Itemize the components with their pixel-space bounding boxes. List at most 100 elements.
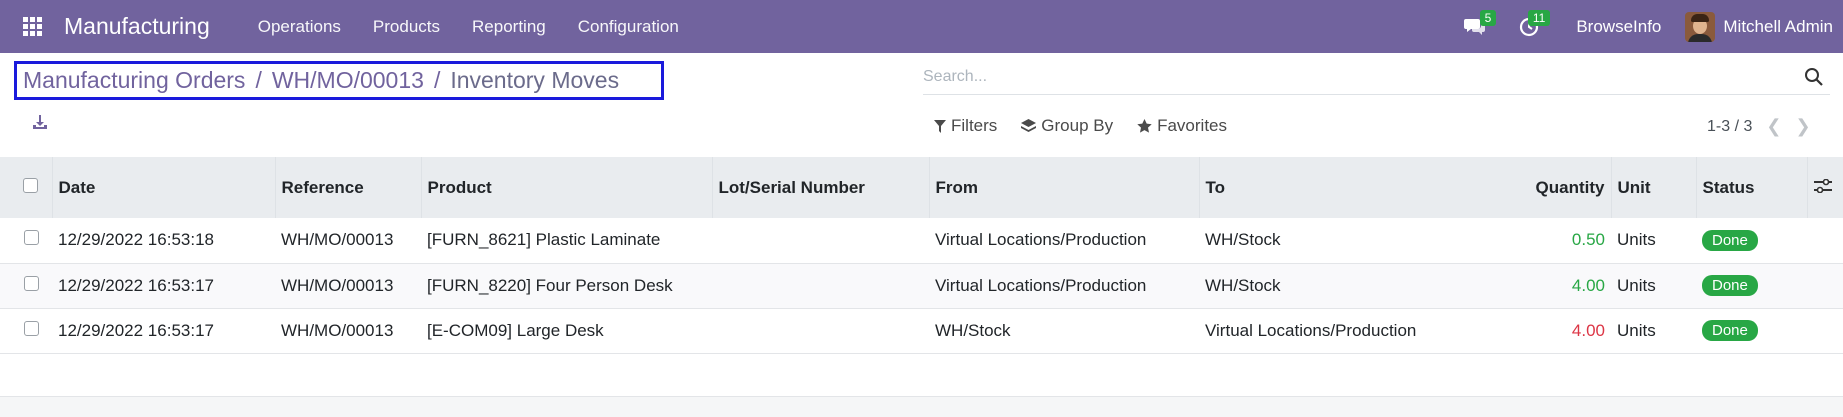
row-checkbox[interactable] xyxy=(24,275,39,291)
top-navbar: Manufacturing Operations Products Report… xyxy=(0,0,1843,53)
filters-button[interactable]: Filters xyxy=(934,116,997,136)
search-input[interactable] xyxy=(923,68,1783,86)
select-all-checkbox[interactable] xyxy=(23,177,38,193)
menu-configuration[interactable]: Configuration xyxy=(562,17,695,37)
column-header-date[interactable]: Date xyxy=(51,157,275,218)
table-header: Date Reference Product Lot/Serial Number… xyxy=(0,157,1843,218)
cell-product: [FURN_8220] Four Person Desk xyxy=(427,275,673,295)
search-icon[interactable] xyxy=(1804,67,1824,87)
cell-from: Virtual Locations/Production xyxy=(935,275,1147,295)
table-row[interactable]: 12/29/2022 16:53:17 WH/MO/00013 [FURN_8220… xyxy=(0,263,1843,308)
moves-table: Date Reference Product Lot/Serial Number… xyxy=(0,157,1843,354)
user-menu[interactable]: Mitchell Admin xyxy=(1685,11,1833,42)
row-checkbox[interactable] xyxy=(24,320,39,336)
cell-to: Virtual Locations/Production xyxy=(1205,320,1417,340)
status-badge: Done xyxy=(1702,320,1758,341)
cell-unit: Units xyxy=(1617,230,1656,250)
select-all-cell xyxy=(0,157,52,218)
cell-reference: WH/MO/00013 xyxy=(281,230,394,250)
cell-date: 12/29/2022 16:53:17 xyxy=(58,275,214,295)
group-by-button[interactable]: Group By xyxy=(1021,116,1113,136)
filters-label: Filters xyxy=(951,116,998,135)
cell-reference: WH/MO/00013 xyxy=(281,275,394,295)
export-button[interactable] xyxy=(32,114,48,135)
cell-product: [FURN_8621] Plastic Laminate xyxy=(427,230,661,250)
search-bar xyxy=(923,60,1830,95)
footer-area xyxy=(0,397,1843,417)
cell-quantity: 4.00 xyxy=(1571,275,1605,295)
cell-unit: Units xyxy=(1617,320,1656,340)
cell-status: Done xyxy=(1696,263,1807,308)
cell-empty xyxy=(1807,308,1843,353)
cell-lot xyxy=(712,218,929,263)
messages-badge: 5 xyxy=(1479,10,1497,26)
company-switcher[interactable]: BrowseInfo xyxy=(1552,17,1685,37)
activities-button[interactable]: 11 xyxy=(1506,0,1552,53)
cell-product: [E-COM09] Large Desk xyxy=(427,320,604,340)
cell-to: WH/Stock xyxy=(1205,275,1281,295)
column-header-to[interactable]: To xyxy=(1198,157,1469,218)
user-name: Mitchell Admin xyxy=(1723,16,1833,36)
download-icon xyxy=(33,115,47,129)
cell-quantity: 0.50 xyxy=(1571,230,1605,250)
column-header-lot[interactable]: Lot/Serial Number xyxy=(711,157,929,218)
cell-to: WH/Stock xyxy=(1205,230,1281,250)
cell-unit: Units xyxy=(1617,275,1656,295)
breadcrumb-item-manufacturing-orders[interactable]: Manufacturing Orders xyxy=(23,67,245,94)
column-header-product[interactable]: Product xyxy=(420,157,712,218)
messages-button[interactable]: 5 xyxy=(1452,0,1498,53)
filter-icon xyxy=(934,119,946,133)
cell-status: Done xyxy=(1696,308,1807,353)
breadcrumb-item-mo[interactable]: WH/MO/00013 xyxy=(272,67,424,94)
avatar xyxy=(1685,11,1716,42)
column-header-from[interactable]: From xyxy=(928,157,1199,218)
app-name[interactable]: Manufacturing xyxy=(64,13,210,40)
layers-icon xyxy=(1021,119,1037,132)
cell-date: 12/29/2022 16:53:18 xyxy=(58,230,214,250)
row-checkbox[interactable] xyxy=(24,230,39,246)
star-icon xyxy=(1137,119,1152,133)
status-badge: Done xyxy=(1702,229,1758,251)
activities-badge: 11 xyxy=(1527,10,1551,26)
chevron-left-icon[interactable]: ❮ xyxy=(1766,116,1781,137)
cell-from: Virtual Locations/Production xyxy=(935,230,1147,250)
menu-products[interactable]: Products xyxy=(357,17,456,37)
group-by-label: Group By xyxy=(1041,116,1114,135)
cell-empty xyxy=(1807,263,1843,308)
cell-empty xyxy=(1807,218,1843,263)
checkbox xyxy=(0,263,52,308)
cell-quantity: 4.00 xyxy=(1571,320,1605,340)
optional-columns-toggle[interactable] xyxy=(1806,157,1843,218)
cell-reference: WH/MO/00013 xyxy=(281,320,394,340)
column-header-reference[interactable]: Reference xyxy=(274,157,421,218)
column-header-unit[interactable]: Unit xyxy=(1610,157,1696,218)
checkbox xyxy=(0,218,52,263)
cell-lot xyxy=(712,308,929,353)
cell-date: 12/29/2022 16:53:17 xyxy=(58,320,214,340)
cell-lot xyxy=(712,263,929,308)
favorites-label: Favorites xyxy=(1157,116,1228,135)
pager-value[interactable]: 1-3 / 3 xyxy=(1707,118,1752,136)
chevron-right-icon[interactable]: ❯ xyxy=(1795,116,1810,137)
column-header-status[interactable]: Status xyxy=(1695,157,1807,218)
search-options: Filters Group By Favorites xyxy=(934,116,1251,136)
cell-status: Done xyxy=(1696,218,1807,263)
breadcrumb: Manufacturing Orders / WH/MO/00013 / Inv… xyxy=(14,61,664,100)
table-row[interactable]: 12/29/2022 16:53:17 WH/MO/00013 [E-COM09] … xyxy=(0,308,1843,353)
favorites-button[interactable]: Favorites xyxy=(1137,116,1227,136)
checkbox xyxy=(0,308,52,353)
moves-list: Date Reference Product Lot/Serial Number… xyxy=(0,157,1843,354)
menu-operations[interactable]: Operations xyxy=(242,17,357,37)
sliders-icon xyxy=(1813,178,1832,193)
cell-from: WH/Stock xyxy=(935,320,1011,340)
column-header-quantity[interactable]: Quantity xyxy=(1469,157,1611,218)
status-badge: Done xyxy=(1702,275,1758,296)
empty-row xyxy=(0,352,1843,397)
breadcrumb-separator: / xyxy=(255,67,262,93)
menu-reporting[interactable]: Reporting xyxy=(456,17,562,37)
pager: 1-3 / 3 ❮ ❯ xyxy=(1707,116,1811,137)
breadcrumb-item-current: Inventory Moves xyxy=(450,67,620,93)
apps-menu-icon[interactable] xyxy=(0,0,64,53)
breadcrumb-separator: / xyxy=(433,67,441,93)
table-row[interactable]: 12/29/2022 16:53:18 WH/MO/00013 [FURN_8621… xyxy=(0,218,1843,263)
